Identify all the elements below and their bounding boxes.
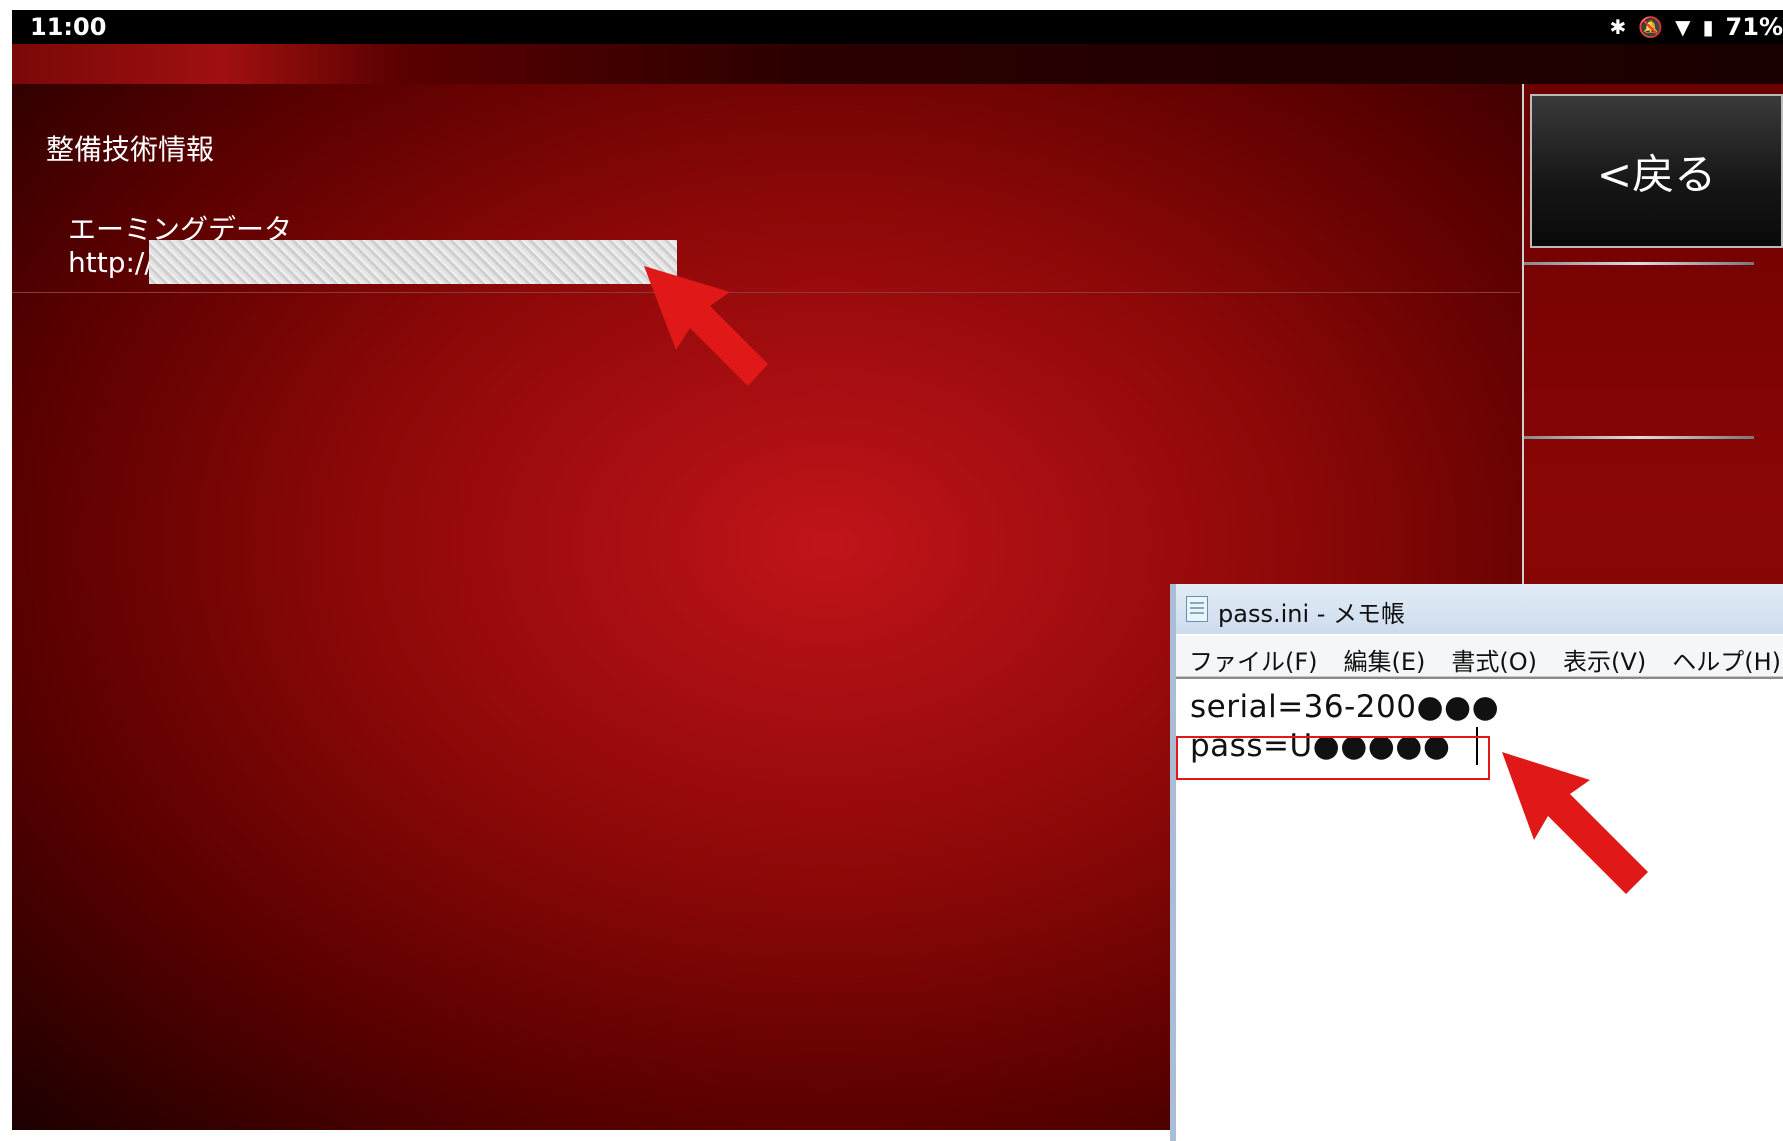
- annotation-arrow-url: [644, 266, 768, 386]
- notepad-window: pass.ini - メモ帳 ファイル(F) 編集(E) 書式(O) 表示(V)…: [1170, 584, 1783, 1141]
- menu-format[interactable]: 書式(O): [1438, 636, 1550, 676]
- entry-url[interactable]: http://: [68, 246, 154, 279]
- redacted-url-mask: [149, 240, 677, 284]
- battery-icon: ▮: [1702, 15, 1714, 39]
- title-strip: [12, 44, 1783, 84]
- menu-edit[interactable]: 編集(E): [1331, 636, 1439, 676]
- section-title: 整備技術情報: [46, 133, 215, 166]
- status-icons: ✱ 🔕 ▼ ▮ 71%: [1609, 13, 1783, 41]
- back-button[interactable]: <戻る: [1530, 94, 1783, 248]
- status-time: 11:00: [30, 13, 107, 41]
- annotation-arrow-pass: [1502, 752, 1648, 894]
- notepad-file-icon: [1186, 596, 1208, 622]
- notepad-title: pass.ini - メモ帳: [1218, 600, 1406, 628]
- bluetooth-icon: ✱: [1609, 15, 1627, 39]
- notepad-titlebar[interactable]: pass.ini - メモ帳: [1176, 584, 1783, 634]
- menu-view[interactable]: 表示(V): [1550, 636, 1659, 676]
- text-line-serial: serial=36-200●●●: [1190, 689, 1500, 725]
- battery-level: 71%: [1725, 13, 1783, 41]
- panel-divider: [1524, 436, 1754, 439]
- panel-divider: [1524, 262, 1754, 265]
- annotation-highlight-box: [1176, 736, 1490, 780]
- mute-icon: 🔕: [1638, 15, 1664, 39]
- notepad-menubar: ファイル(F) 編集(E) 書式(O) 表示(V) ヘルプ(H): [1176, 636, 1783, 677]
- menu-file[interactable]: ファイル(F): [1176, 636, 1331, 676]
- wifi-icon: ▼: [1675, 15, 1691, 39]
- menu-help[interactable]: ヘルプ(H): [1659, 636, 1783, 676]
- status-bar: 11:00 ✱ 🔕 ▼ ▮ 71%: [12, 10, 1783, 44]
